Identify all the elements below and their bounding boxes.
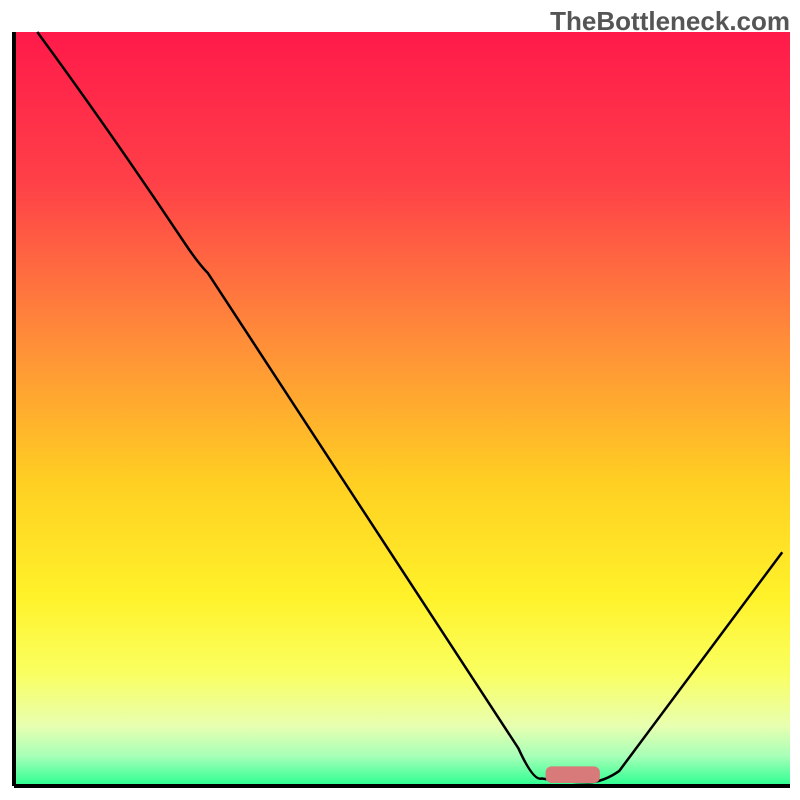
watermark-text: TheBottleneck.com: [550, 6, 790, 37]
plot-area: [14, 32, 790, 786]
optimal-marker: [546, 766, 600, 783]
plot-background: [14, 32, 790, 786]
bottleneck-chart: [0, 0, 800, 800]
